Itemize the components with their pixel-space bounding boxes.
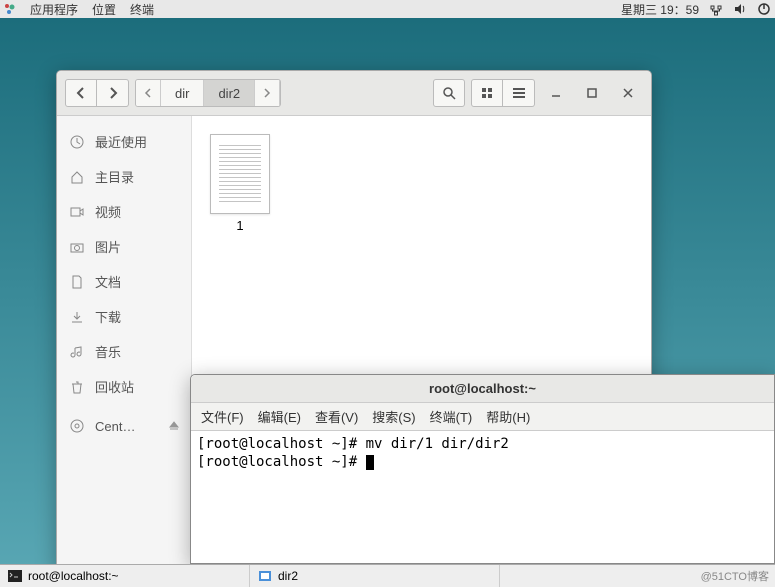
sidebar-item-label: 最近使用 [95,132,147,151]
path-right-button[interactable] [255,80,280,106]
camera-icon [69,239,85,255]
taskbar-item-label: root@localhost:~ [28,569,119,583]
text-file-icon [210,134,270,214]
files-icon [258,569,272,583]
search-button[interactable] [433,79,465,107]
music-icon [69,344,85,360]
view-grid-button[interactable] [471,79,503,107]
maximize-button[interactable] [577,79,607,107]
cursor-icon [366,455,374,470]
gnome-logo-icon [4,3,16,15]
sidebar-item-label: 图片 [95,237,121,256]
sidebar-item-label: 视频 [95,202,121,221]
sidebar-item-trash[interactable]: 回收站 [57,369,191,404]
sidebar-item-label: 下载 [95,307,121,326]
sidebar-item-pictures[interactable]: 图片 [57,229,191,264]
nav-forward-button[interactable] [97,79,129,107]
file-manager-titlebar: dir dir2 [57,71,651,116]
terminal-title: root@localhost:~ [191,375,774,403]
sidebar-item-music[interactable]: 音乐 [57,334,191,369]
sidebar-item-documents[interactable]: 文档 [57,264,191,299]
home-icon [69,169,85,185]
sidebar: 最近使用 主目录 视频 图片 文档 下载 [57,116,192,572]
disc-icon [69,418,85,434]
sidebar-item-label: 主目录 [95,167,134,186]
terminal-window: root@localhost:~ 文件(F) 编辑(E) 查看(V) 搜索(S)… [190,374,775,564]
power-icon[interactable] [757,2,771,16]
sidebar-item-downloads[interactable]: 下载 [57,299,191,334]
sidebar-item-label: 回收站 [95,377,134,396]
menu-places[interactable]: 位置 [92,1,116,18]
menu-help[interactable]: 帮助(H) [486,407,530,426]
menu-search[interactable]: 搜索(S) [372,407,415,426]
sidebar-item-home[interactable]: 主目录 [57,159,191,194]
network-icon[interactable] [709,2,723,16]
download-icon [69,309,85,325]
menu-view[interactable]: 查看(V) [315,407,358,426]
sidebar-item-label: 文档 [95,272,121,291]
file-item[interactable]: 1 [210,134,270,233]
path-segment-dir2[interactable]: dir2 [204,80,255,106]
menu-file[interactable]: 文件(F) [201,407,244,426]
close-button[interactable] [613,79,643,107]
taskbar-item-files[interactable]: dir2 [250,565,500,587]
breadcrumb: dir dir2 [135,79,281,107]
path-segment-dir[interactable]: dir [161,80,204,106]
sidebar-item-recent[interactable]: 最近使用 [57,124,191,159]
sidebar-item-videos[interactable]: 视频 [57,194,191,229]
menu-edit[interactable]: 编辑(E) [258,407,301,426]
terminal-line: [root@localhost ~]# mv dir/1 dir/dir2 [197,436,509,452]
taskbar: root@localhost:~ dir2 @51CTO博客 [0,564,775,587]
video-icon [69,204,85,220]
volume-icon[interactable] [733,2,747,16]
minimize-button[interactable] [541,79,571,107]
document-icon [69,274,85,290]
terminal-icon [8,569,22,583]
watermark: @51CTO博客 [695,568,775,584]
clock[interactable]: 星期三 19：59 [621,1,699,18]
menu-terminal[interactable]: 终端(T) [430,407,473,426]
eject-icon[interactable] [169,421,179,431]
top-panel: 应用程序 位置 终端 星期三 19：59 [0,0,775,18]
terminal-content[interactable]: [root@localhost ~]# mv dir/1 dir/dir2 [r… [191,431,774,563]
sidebar-item-label: Cent… [95,419,135,434]
clock-icon [69,134,85,150]
terminal-prompt: [root@localhost ~]# [197,454,366,470]
view-list-button[interactable] [503,79,535,107]
menu-applications[interactable]: 应用程序 [30,1,78,18]
sidebar-item-cent[interactable]: Cent… [57,410,191,442]
trash-icon [69,379,85,395]
path-left-button[interactable] [136,80,161,106]
terminal-menubar: 文件(F) 编辑(E) 查看(V) 搜索(S) 终端(T) 帮助(H) [191,403,774,431]
nav-back-button[interactable] [65,79,97,107]
file-label: 1 [236,218,243,233]
taskbar-item-label: dir2 [278,569,298,583]
menu-terminal[interactable]: 终端 [130,1,154,18]
sidebar-item-label: 音乐 [95,342,121,361]
taskbar-item-terminal[interactable]: root@localhost:~ [0,565,250,587]
